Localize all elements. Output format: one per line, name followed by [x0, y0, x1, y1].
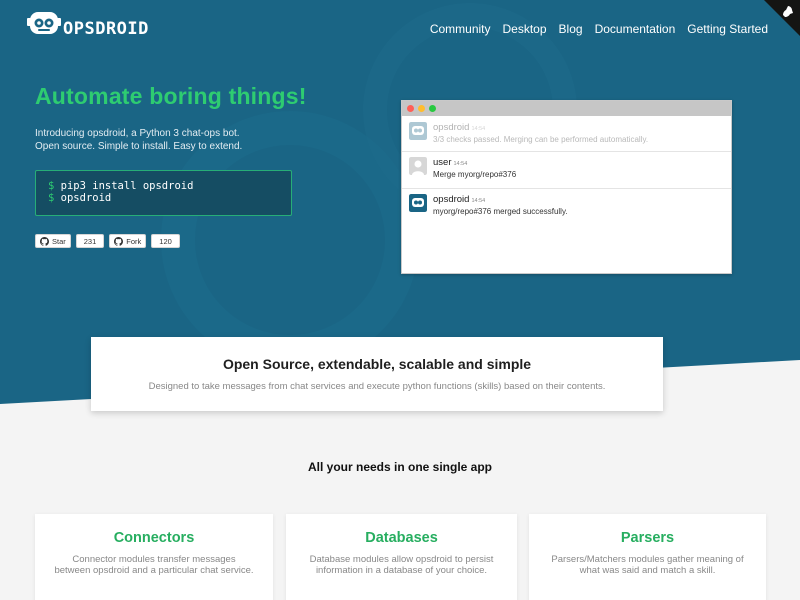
github-fork-button[interactable]: Fork: [109, 234, 147, 248]
brand-name: OPSDROID: [63, 19, 149, 39]
fork-label: Fork: [126, 236, 142, 246]
code-command: opsdroid: [60, 192, 112, 204]
message-time: 14:54: [471, 198, 486, 204]
opsdroid-avatar-icon: [409, 122, 427, 140]
message-text: 3/3 checks passed. Merging can be perfor…: [433, 135, 649, 144]
message-divider: [402, 188, 731, 189]
chat-title-bar: [402, 101, 731, 116]
user-avatar-icon: [409, 157, 427, 175]
github-icon: [114, 236, 124, 246]
card-description: Connector modules transfer messages betw…: [54, 554, 254, 576]
card-title: Parsers: [620, 530, 675, 546]
feature-banner: Open Source, extendable, scalable and si…: [91, 337, 663, 411]
nav-documentation[interactable]: Documentation: [595, 22, 676, 36]
code-command: pip3 install opsdroid: [60, 180, 194, 192]
message-user: user: [433, 157, 452, 168]
message-text: myorg/repo#376 merged successfully.: [433, 207, 568, 216]
code-line-2: $ opsdroid: [48, 192, 279, 204]
message-user: opsdroid: [433, 194, 470, 205]
message-divider: [402, 151, 731, 152]
github-star-button[interactable]: Star: [35, 234, 71, 248]
github-buttons: Star 231 Fork 120: [35, 234, 185, 248]
code-prompt: $: [48, 192, 55, 204]
minimize-dot-icon: [418, 105, 425, 112]
code-line-1: $ pip3 install opsdroid: [48, 180, 279, 192]
nav-desktop[interactable]: Desktop: [503, 22, 547, 36]
hero-intro: Introducing opsdroid, a Python 3 chat-op…: [35, 128, 242, 153]
feature-title: Open Source, extendable, scalable and si…: [222, 356, 532, 372]
logo[interactable]: OPSDROID: [26, 6, 149, 42]
chat-message: opsdroid 14:54 myorg/repo#376 merged succ…: [409, 194, 568, 216]
card-connectors[interactable]: Connectors Connector modules transfer me…: [35, 514, 273, 600]
hero-headline: Automate boring things!: [35, 83, 307, 109]
top-nav: OPSDROID Community Desktop Blog Document…: [0, 0, 800, 56]
section-title: All your needs in one single app: [307, 460, 493, 474]
chat-message: user 14:54 Merge myorg/repo#376: [409, 157, 516, 179]
card-description: Parsers/Matchers modules gather meaning …: [551, 554, 744, 576]
nav-blog[interactable]: Blog: [559, 22, 583, 36]
chat-window: opsdroid 14:54 3/3 checks passed. Merging…: [401, 100, 732, 274]
github-icon: [40, 236, 49, 246]
message-time: 14:54: [471, 126, 486, 132]
card-parsers[interactable]: Parsers Parsers/Matchers modules gather …: [529, 514, 766, 600]
close-dot-icon: [407, 105, 414, 112]
nav-links: Community Desktop Blog Documentation Get…: [418, 22, 768, 36]
star-label: Star: [52, 236, 66, 246]
card-title: Databases: [365, 530, 438, 546]
chat-message: opsdroid 14:54 3/3 checks passed. Merging…: [409, 122, 648, 144]
fork-count[interactable]: 120: [151, 234, 180, 248]
card-description: Database modules allow opsdroid to persi…: [309, 554, 494, 576]
card-title: Connectors: [113, 530, 195, 546]
intro-line-2: Open source. Simple to install. Easy to …: [35, 140, 243, 152]
star-count[interactable]: 231: [75, 234, 105, 248]
opsdroid-avatar-icon: [409, 194, 427, 212]
message-user: opsdroid: [433, 122, 470, 133]
maximize-dot-icon: [429, 105, 436, 112]
install-code-block[interactable]: $ pip3 install opsdroid $ opsdroid: [35, 170, 292, 216]
github-corner-icon[interactable]: [764, 0, 800, 36]
message-text: Merge myorg/repo#376: [433, 170, 517, 179]
nav-community[interactable]: Community: [430, 22, 491, 36]
nav-getting-started[interactable]: Getting Started: [687, 22, 768, 36]
card-databases[interactable]: Databases Database modules allow opsdroi…: [286, 514, 517, 600]
intro-line-1: Introducing opsdroid, a Python 3 chat-op…: [35, 128, 240, 139]
code-prompt: $: [48, 180, 55, 192]
feature-subtitle: Designed to take messages from chat serv…: [148, 381, 606, 392]
opsdroid-logo-icon: [27, 12, 61, 34]
message-time: 14:54: [453, 161, 468, 167]
